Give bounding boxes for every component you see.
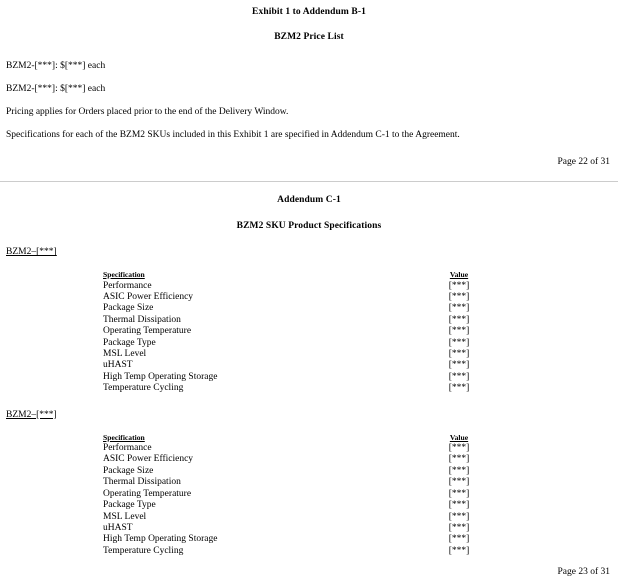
spec-value: [***] bbox=[448, 477, 470, 488]
specifications-note: Specifications for each of the BZM2 SKUs… bbox=[6, 130, 460, 140]
sku-heading-1: BZM2–[***] bbox=[6, 247, 612, 257]
sku-heading-2-label: BZM2–[***] bbox=[6, 409, 57, 420]
spec-value: [***] bbox=[448, 488, 470, 499]
spec-name: ASIC Power Efficiency bbox=[103, 454, 194, 465]
spec-value: [***] bbox=[448, 534, 470, 545]
spec-name: Package Size bbox=[103, 465, 154, 476]
table-row: Performance [***] bbox=[103, 281, 515, 292]
page-23: Addendum C-1 BZM2 SKU Product Specificat… bbox=[0, 195, 618, 577]
spec-name: Performance bbox=[103, 280, 152, 291]
spec-value: [***] bbox=[448, 348, 470, 359]
price-list-title: BZM2 Price List bbox=[274, 32, 344, 42]
exhibit-title: Exhibit 1 to Addendum B-1 bbox=[252, 7, 366, 17]
sku-heading-2: BZM2–[***] bbox=[6, 410, 612, 420]
table-row: MSL Level [***] bbox=[103, 349, 515, 360]
spec-value: [***] bbox=[448, 291, 470, 302]
spec-name: MSL Level bbox=[103, 511, 147, 522]
table-row: High Temp Operating Storage [***] bbox=[103, 534, 515, 545]
page-22: Exhibit 1 to Addendum B-1 BZM2 Price Lis… bbox=[0, 0, 618, 167]
table-row: Package Type [***] bbox=[103, 338, 515, 349]
spec-name: Package Size bbox=[103, 303, 154, 314]
spec-name: uHAST bbox=[103, 522, 133, 533]
spec-name: MSL Level bbox=[103, 348, 147, 359]
spec-value: [***] bbox=[448, 371, 470, 382]
spec-name: ASIC Power Efficiency bbox=[103, 291, 194, 302]
spec-table-1: Specification Value Performance [***] AS… bbox=[103, 270, 515, 395]
spec-value: [***] bbox=[448, 337, 470, 348]
page-22-footer: Page 22 of 31 bbox=[557, 157, 610, 167]
table-row: uHAST [***] bbox=[103, 523, 515, 534]
table-row: Operating Temperature [***] bbox=[103, 326, 515, 337]
table-row: Thermal Dissipation [***] bbox=[103, 315, 515, 326]
spec-value: [***] bbox=[448, 443, 470, 454]
sku-specifications-title: BZM2 SKU Product Specifications bbox=[236, 221, 382, 231]
sku-heading-1-label: BZM2–[***] bbox=[6, 247, 57, 257]
table-row: Package Type [***] bbox=[103, 500, 515, 511]
price-line-2: BZM2-[***]: $[***] each bbox=[6, 84, 106, 94]
column-header-specification: Specification bbox=[103, 432, 145, 442]
table-row: Temperature Cycling [***] bbox=[103, 383, 515, 394]
table-row: MSL Level [***] bbox=[103, 512, 515, 523]
spec-value: [***] bbox=[448, 326, 470, 337]
price-line-1: BZM2-[***]: $[***] each bbox=[6, 61, 106, 71]
spec-table-2: Specification Value Performance [***] AS… bbox=[103, 433, 515, 558]
table-row: Package Size [***] bbox=[103, 466, 515, 477]
spec-name: Thermal Dissipation bbox=[103, 314, 181, 325]
spec-value: [***] bbox=[448, 360, 470, 371]
spec-name: Performance bbox=[103, 443, 152, 454]
spec-value: [***] bbox=[448, 511, 470, 522]
table-row: ASIC Power Efficiency [***] bbox=[103, 454, 515, 465]
column-header-value: Value bbox=[449, 432, 469, 442]
table-row: ASIC Power Efficiency [***] bbox=[103, 292, 515, 303]
spec-value: [***] bbox=[448, 465, 470, 476]
page-separator bbox=[0, 181, 618, 182]
table-row: uHAST [***] bbox=[103, 360, 515, 371]
table-row: Package Size [***] bbox=[103, 303, 515, 314]
spec-value: [***] bbox=[448, 383, 470, 394]
spec-name: Package Type bbox=[103, 500, 156, 511]
spec-value: [***] bbox=[448, 522, 470, 533]
column-header-specification: Specification bbox=[103, 270, 145, 279]
column-header-value: Value bbox=[449, 270, 469, 279]
spec-name: Thermal Dissipation bbox=[103, 477, 181, 488]
spec-value: [***] bbox=[448, 454, 470, 465]
table-row: Thermal Dissipation [***] bbox=[103, 477, 515, 488]
spec-name: High Temp Operating Storage bbox=[103, 534, 218, 545]
spec-name: Package Type bbox=[103, 337, 156, 348]
spec-value: [***] bbox=[448, 545, 470, 556]
table-header-row: Specification Value bbox=[103, 433, 515, 444]
spec-value: [***] bbox=[448, 303, 470, 314]
page-23-footer: Page 23 of 31 bbox=[557, 567, 610, 577]
spec-name: High Temp Operating Storage bbox=[103, 371, 218, 382]
pricing-note: Pricing applies for Orders placed prior … bbox=[6, 107, 289, 117]
spec-name: uHAST bbox=[103, 360, 133, 371]
spec-name: Operating Temperature bbox=[103, 326, 192, 337]
table-row: Performance [***] bbox=[103, 443, 515, 454]
spec-name: Operating Temperature bbox=[103, 488, 192, 499]
table-row: High Temp Operating Storage [***] bbox=[103, 372, 515, 383]
table-row: Temperature Cycling [***] bbox=[103, 546, 515, 557]
spec-value: [***] bbox=[448, 280, 470, 291]
table-row: Operating Temperature [***] bbox=[103, 489, 515, 500]
spec-value: [***] bbox=[448, 500, 470, 511]
spec-name: Temperature Cycling bbox=[103, 545, 184, 556]
spec-name: Temperature Cycling bbox=[103, 383, 184, 394]
spec-value: [***] bbox=[448, 314, 470, 325]
addendum-title: Addendum C-1 bbox=[277, 195, 341, 205]
table-header-row: Specification Value bbox=[103, 270, 515, 281]
